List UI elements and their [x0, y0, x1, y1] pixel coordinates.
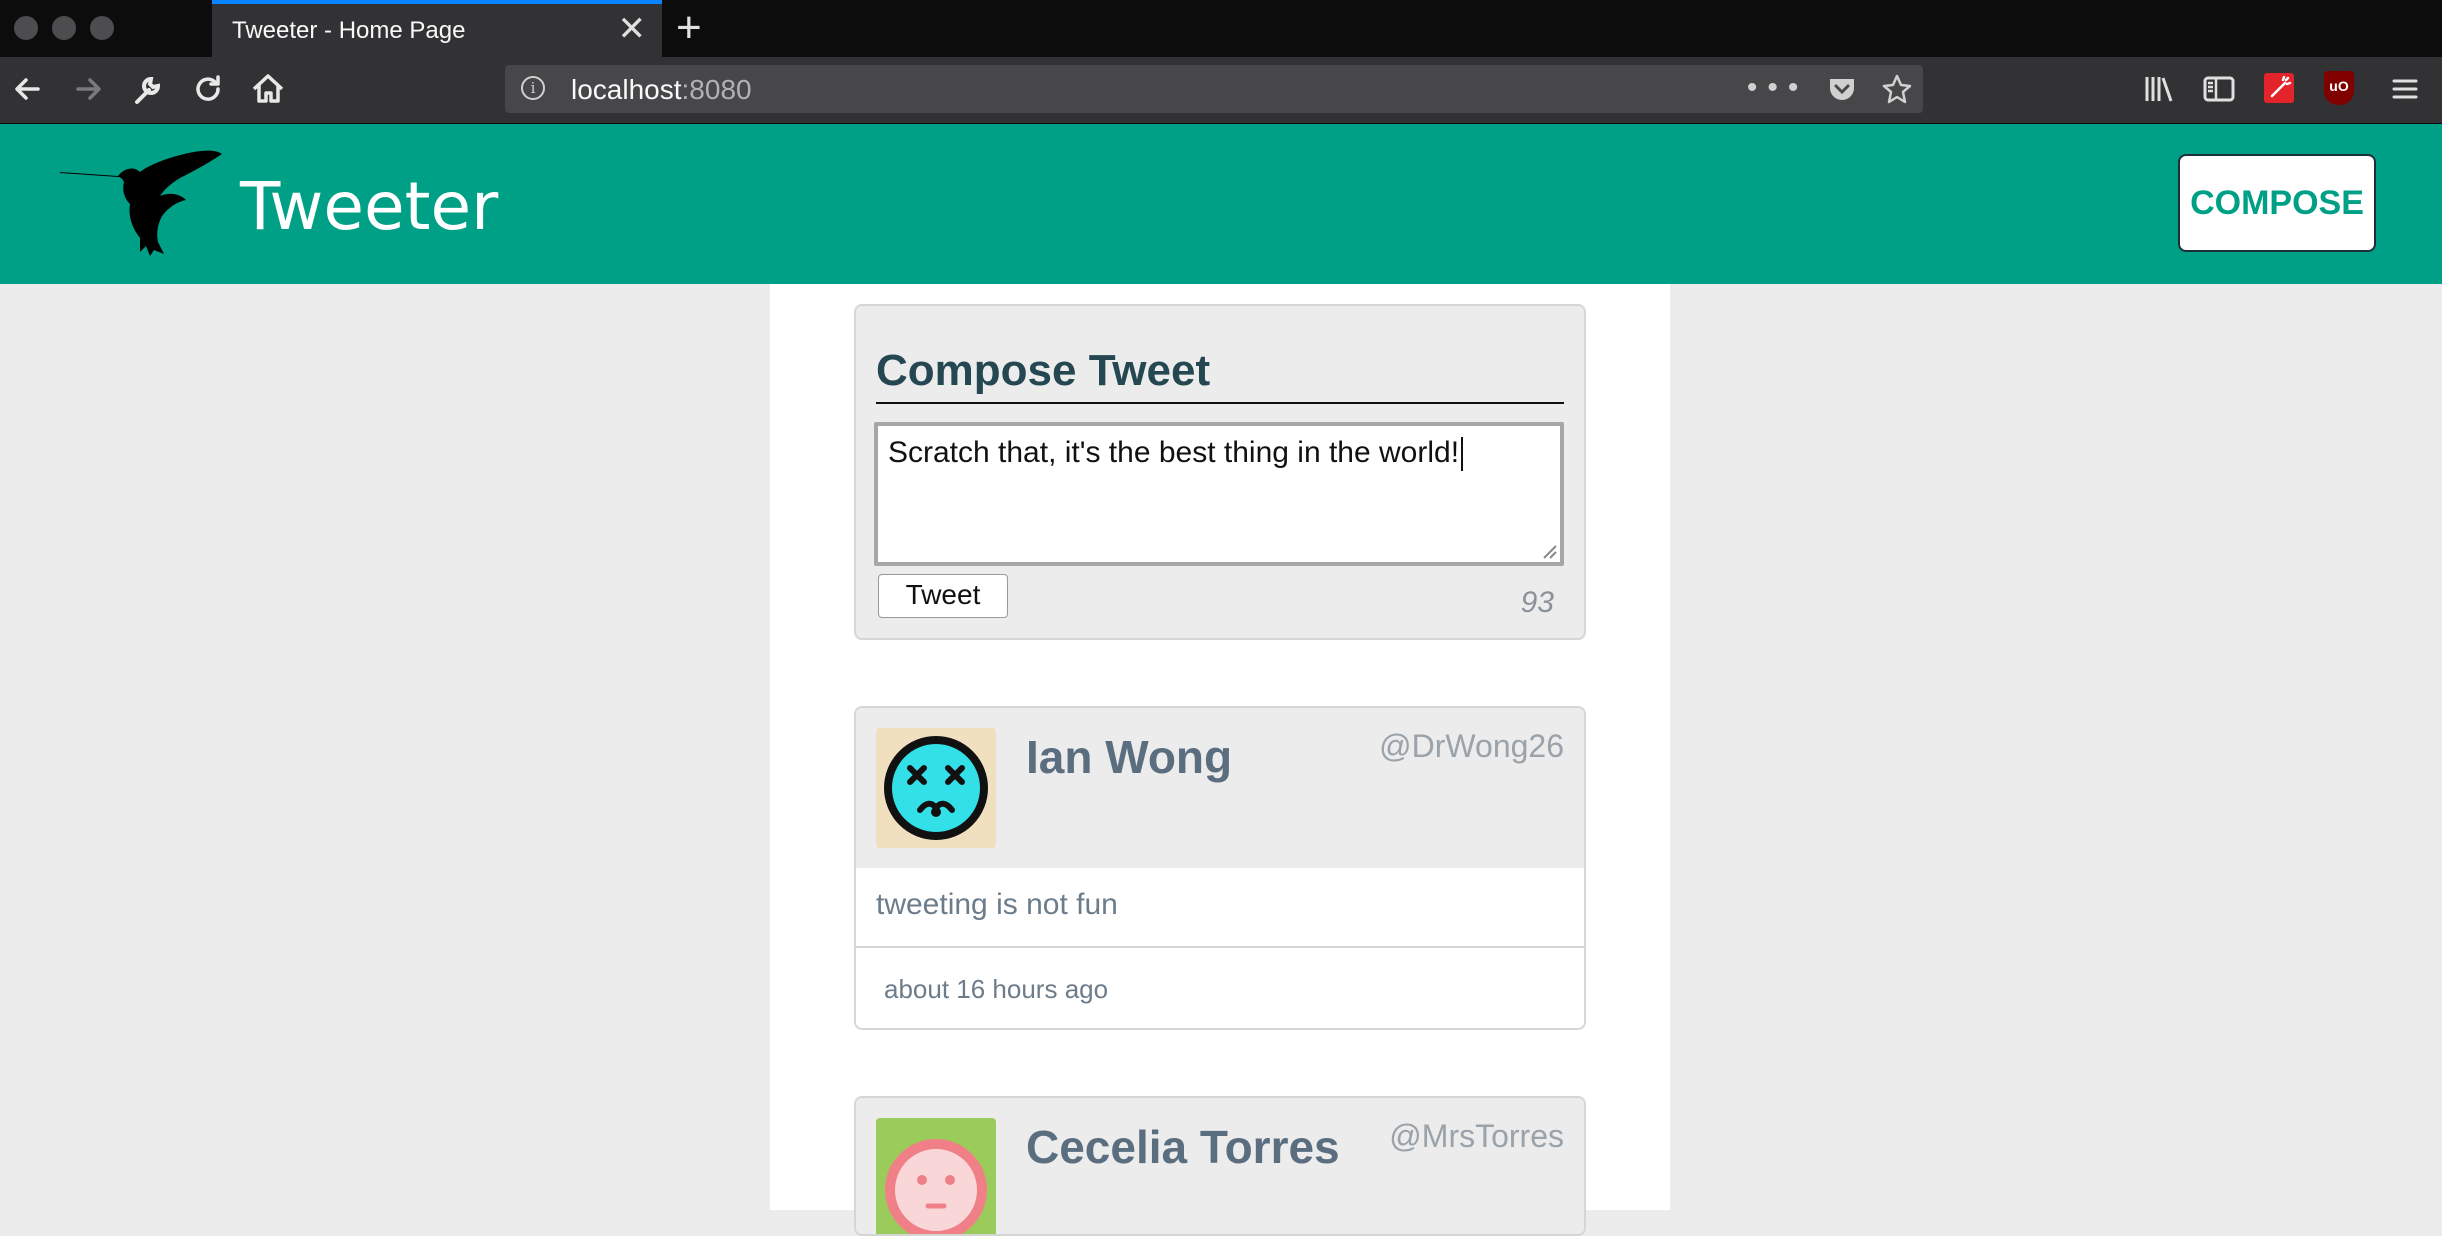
main-column: Compose Tweet Scratch that, it's the bes… — [770, 284, 1670, 1236]
new-tab-icon[interactable]: + — [676, 4, 702, 52]
library-icon[interactable] — [2142, 72, 2176, 106]
sidebar-icon[interactable] — [2202, 72, 2236, 106]
tweet-header: Cecelia Torres @MrsTorres — [856, 1098, 1584, 1234]
forward-icon[interactable] — [68, 69, 108, 109]
tweet-submit-button[interactable]: Tweet — [878, 574, 1008, 618]
site-header: Tweeter COMPOSE — [0, 124, 2442, 284]
tab-title: Tweeter - Home Page — [232, 17, 466, 44]
ublock-shield-icon[interactable]: uO — [2324, 71, 2354, 105]
tweet-author-handle: @MrsTorres — [1389, 1118, 1564, 1154]
hamburger-menu-icon[interactable] — [2388, 72, 2422, 106]
compose-divider — [876, 402, 1564, 404]
avatar — [876, 728, 996, 848]
reload-icon[interactable] — [188, 69, 228, 109]
site-title: Tweeter — [240, 168, 499, 245]
bookmark-star-icon[interactable] — [1881, 73, 1913, 105]
compose-tweet-panel: Compose Tweet Scratch that, it's the bes… — [854, 304, 1586, 640]
hummingbird-logo-icon — [60, 150, 222, 256]
url-text[interactable]: localhost:8080 — [571, 74, 752, 106]
page-actions[interactable]: ••• — [1747, 71, 1913, 105]
tab-close-icon[interactable]: ✕ — [618, 12, 647, 46]
site-info-icon[interactable]: i — [521, 76, 545, 100]
tweet-text: tweeting is not fun — [876, 888, 1118, 921]
wrench-icon[interactable] — [128, 69, 168, 109]
tweet-header: Ian Wong @DrWong26 — [856, 708, 1584, 868]
resize-grip-icon[interactable] — [1538, 540, 1558, 560]
tweet-author-handle: @DrWong26 — [1379, 728, 1564, 764]
tweet-author-name: Cecelia Torres — [1026, 1121, 1340, 1173]
tweet-card: Cecelia Torres @MrsTorres — [854, 1096, 1586, 1236]
tweet-body: tweeting is not fun — [856, 868, 1584, 948]
browser-tab-bar: Tweeter - Home Page ✕ + — [0, 0, 2442, 57]
home-icon[interactable] — [248, 69, 288, 109]
window-minimize-dot[interactable] — [52, 16, 76, 40]
browser-nav-bar: i localhost:8080 ••• uO — [0, 57, 2442, 124]
extension-magic-icon[interactable] — [2264, 73, 2294, 103]
more-actions-icon[interactable]: ••• — [1747, 71, 1827, 104]
avatar — [876, 1118, 996, 1234]
tweet-textarea-value: Scratch that, it's the best thing in the… — [888, 436, 1464, 472]
compose-title: Compose Tweet — [876, 346, 1211, 395]
tweet-timestamp: about 16 hours ago — [884, 974, 1109, 1004]
tweet-author-name: Ian Wong — [1026, 731, 1233, 783]
character-counter: 93 — [1520, 586, 1554, 619]
address-bar[interactable]: i localhost:8080 ••• — [505, 65, 1923, 113]
window-maximize-dot[interactable] — [90, 16, 114, 40]
back-icon[interactable] — [8, 69, 48, 109]
compose-button[interactable]: COMPOSE — [2178, 154, 2376, 252]
tweet-card: Ian Wong @DrWong26 tweeting is not fun a… — [854, 706, 1586, 1030]
text-caret — [1461, 437, 1464, 472]
tweet-footer: about 16 hours ago — [856, 948, 1584, 1028]
browser-tab-active[interactable]: Tweeter - Home Page ✕ — [212, 0, 662, 57]
pocket-icon[interactable] — [1827, 74, 1857, 104]
window-close-dot[interactable] — [14, 16, 38, 40]
tweet-textarea[interactable]: Scratch that, it's the best thing in the… — [874, 422, 1564, 566]
